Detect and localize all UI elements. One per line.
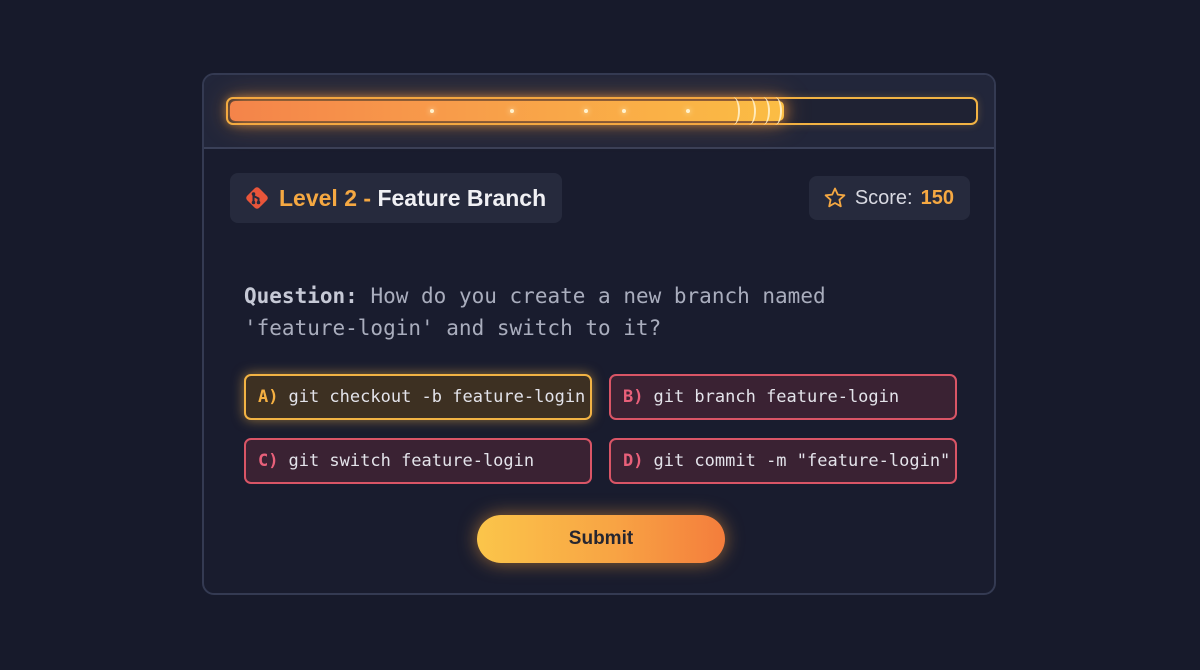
question-text: Question: How do you create a new branch… — [244, 280, 934, 344]
progress-header — [204, 75, 994, 149]
quiz-card: Level 2 - Feature Branch Score: 150 Ques… — [202, 73, 996, 595]
score-value: 150 — [920, 186, 954, 209]
option-letter: D) — [623, 451, 644, 471]
option-letter: B) — [623, 387, 644, 407]
sparkle — [510, 109, 514, 113]
answer-option-d[interactable]: D) git commit -m "feature-login" — [609, 438, 957, 484]
submit-button[interactable]: Submit — [477, 515, 725, 563]
sparkle — [686, 109, 690, 113]
option-letter: A) — [258, 387, 279, 407]
answer-option-c[interactable]: C) git switch feature-login — [244, 438, 592, 484]
git-icon — [246, 187, 268, 209]
question-label: Question: — [244, 284, 358, 308]
option-text: git switch feature-login — [288, 451, 535, 471]
answer-option-b[interactable]: B) git branch feature-login — [609, 374, 957, 420]
progress-bar-fill — [230, 97, 784, 125]
star-icon — [824, 187, 846, 208]
progress-bar — [226, 97, 978, 125]
option-text: git checkout -b feature-login — [288, 387, 586, 407]
glow-arc — [742, 97, 756, 125]
glow-arc — [726, 97, 740, 125]
level-badge: Level 2 - Feature Branch — [230, 173, 563, 223]
stage: Level 2 - Feature Branch Score: 150 Ques… — [0, 0, 1200, 670]
score-label: Score: — [854, 186, 913, 209]
option-text: git branch feature-login — [653, 387, 900, 407]
glow-arc — [768, 97, 782, 125]
sparkle — [622, 109, 626, 113]
answer-option-a[interactable]: A) git checkout -b feature-login — [244, 374, 592, 420]
level-number: Level 2 - — [279, 184, 372, 211]
level-title: Level 2 - Feature Branch — [279, 185, 546, 212]
sparkle — [584, 109, 588, 113]
option-letter: C) — [258, 451, 279, 471]
score-badge: Score: 150 — [808, 176, 970, 220]
level-name: Feature Branch — [377, 184, 547, 211]
sparkle — [430, 109, 434, 113]
option-text: git commit -m "feature-login" — [653, 451, 951, 471]
